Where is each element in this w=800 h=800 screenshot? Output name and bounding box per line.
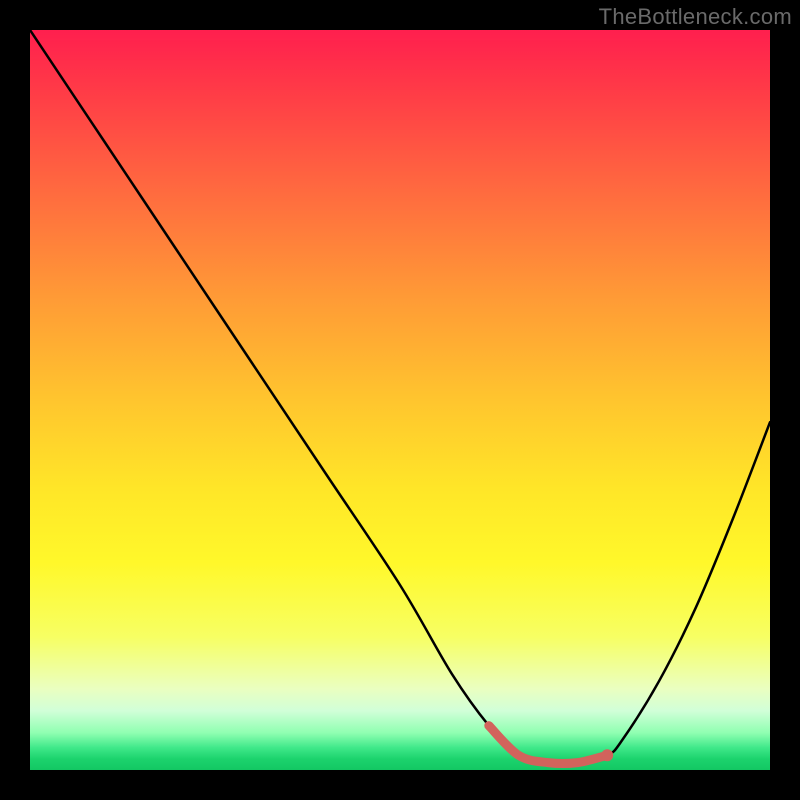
chart-container: TheBottleneck.com — [0, 0, 800, 800]
curve-svg — [30, 30, 770, 770]
optimal-point-marker — [601, 749, 613, 761]
bottleneck-curve — [30, 30, 770, 764]
watermark-text: TheBottleneck.com — [599, 4, 792, 30]
plot-area — [30, 30, 770, 770]
optimal-range-segment — [489, 726, 607, 764]
